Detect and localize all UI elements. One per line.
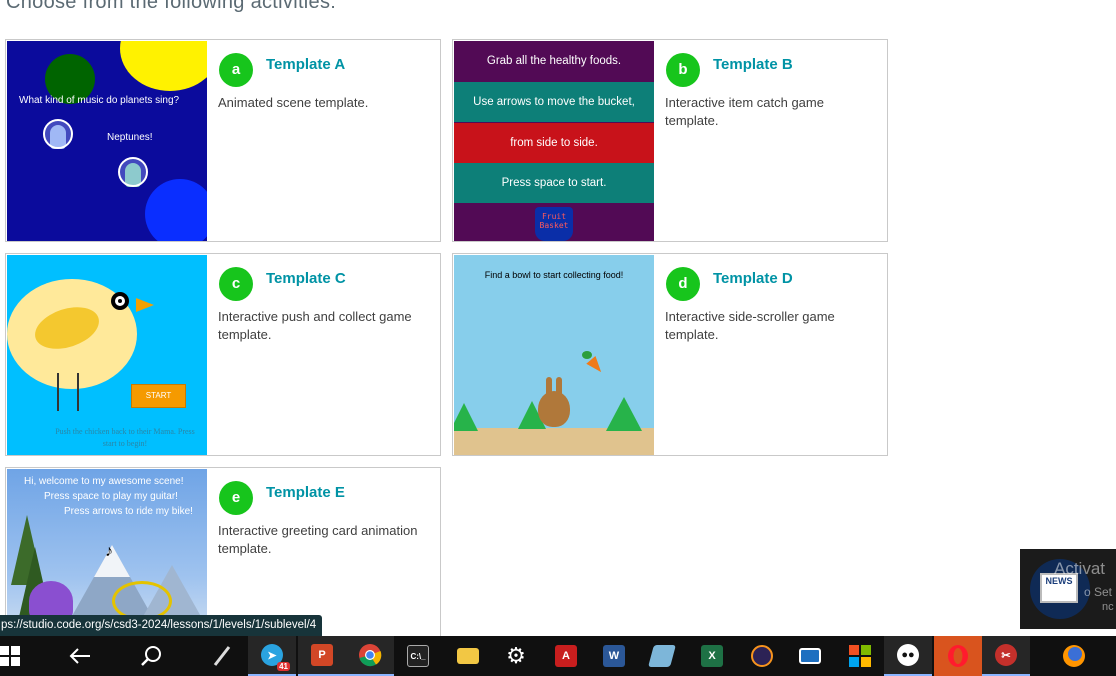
- template-b-thumbnail[interactable]: Grab all the healthy foods. Use arrows t…: [454, 41, 654, 241]
- template-letter-badge: d: [666, 267, 700, 301]
- template-title[interactable]: Template A: [266, 56, 345, 73]
- settings-gear-icon[interactable]: ⚙: [492, 636, 540, 676]
- ground-strip: [454, 428, 654, 455]
- thumb-start-button: START: [131, 384, 186, 408]
- thumb-b-row: Press space to start.: [454, 163, 654, 203]
- thumb-d-caption: Find a bowl to start collecting food!: [484, 270, 624, 280]
- powerpoint-icon[interactable]: P: [298, 636, 346, 676]
- template-letter-badge: e: [219, 481, 253, 515]
- eclipse-icon[interactable]: [738, 636, 786, 676]
- excel-icon[interactable]: X: [688, 636, 736, 676]
- carrot-icon: [586, 356, 606, 376]
- alien-icon: [118, 157, 148, 191]
- bush-shape: [606, 397, 642, 431]
- sun-shape: [120, 41, 207, 91]
- template-card-c[interactable]: START Push the chicken back to their Mam…: [5, 253, 441, 456]
- template-title[interactable]: Template D: [713, 270, 793, 287]
- thumb-c-hint: Push the chicken back to their Mama. Pre…: [55, 427, 195, 448]
- bush-shape: [454, 403, 478, 431]
- alien-icon: [43, 119, 73, 153]
- template-a-thumbnail[interactable]: What kind of music do planets sing? Nept…: [7, 41, 207, 241]
- chick-leg: [57, 373, 59, 411]
- template-description: Interactive item catch game template.: [665, 95, 824, 128]
- thumb-a-answer: Neptunes!: [107, 132, 153, 143]
- firefox-icon[interactable]: [1050, 636, 1098, 676]
- blue-planet: [145, 179, 207, 241]
- telegram-badge: 41: [277, 662, 290, 671]
- thumb-e-line: Press arrows to ride my bike!: [64, 506, 193, 517]
- chick-beak: [136, 298, 154, 312]
- pen-icon[interactable]: [198, 636, 246, 676]
- file-explorer-icon[interactable]: [444, 636, 492, 676]
- thumb-a-question: What kind of music do planets sing?: [19, 95, 180, 106]
- template-description: Interactive push and collect game templa…: [218, 309, 412, 342]
- thumb-e-line: Press space to play my guitar!: [44, 491, 178, 502]
- template-title[interactable]: Template C: [266, 270, 346, 287]
- template-card-a[interactable]: What kind of music do planets sing? Nept…: [5, 39, 441, 242]
- template-letter-badge: b: [666, 53, 700, 87]
- bunny-character: [538, 391, 570, 427]
- chat-app-icon[interactable]: ●●: [884, 636, 932, 676]
- template-title[interactable]: Template B: [713, 56, 793, 73]
- windows-start-icon[interactable]: [0, 636, 34, 676]
- terminal-icon[interactable]: C:\_: [394, 636, 442, 676]
- search-icon[interactable]: [128, 636, 176, 676]
- acrobat-icon[interactable]: A: [542, 636, 590, 676]
- activate-windows-subtext: o Set: [1084, 585, 1113, 599]
- template-title[interactable]: Template E: [266, 484, 345, 501]
- window-app-icon[interactable]: [786, 636, 834, 676]
- thumb-b-row: Grab all the healthy foods.: [454, 41, 654, 79]
- tiles-app-icon[interactable]: [836, 636, 884, 676]
- chrome-icon[interactable]: [346, 636, 394, 676]
- template-c-thumbnail[interactable]: START Push the chicken back to their Mam…: [7, 255, 207, 455]
- template-card-d[interactable]: Find a bowl to start collecting food! d …: [452, 253, 888, 456]
- taskbar: ➤ 41 P C:\_ ⚙ A W X ●● ✂: [0, 636, 1116, 676]
- notes-icon[interactable]: [638, 636, 686, 676]
- back-arrow-icon[interactable]: [56, 636, 104, 676]
- chick-eye-icon: [111, 292, 129, 310]
- template-description: Interactive side-scroller game template.: [665, 309, 835, 342]
- thumb-e-line: Hi, welcome to my awesome scene!: [24, 476, 184, 487]
- music-note-icon: ♪: [105, 543, 113, 560]
- activate-windows-text: Activat: [1054, 559, 1106, 578]
- template-card-b[interactable]: Grab all the healthy foods. Use arrows t…: [452, 39, 888, 242]
- template-description: Animated scene template.: [218, 95, 369, 110]
- chick-leg: [77, 373, 79, 411]
- thumb-b-row: Use arrows to move the bucket,: [454, 82, 654, 122]
- status-bar-url: ps://studio.code.org/s/csd3-2024/lessons…: [0, 615, 323, 636]
- template-letter-badge: a: [219, 53, 253, 87]
- word-icon[interactable]: W: [590, 636, 638, 676]
- template-d-thumbnail[interactable]: Find a bowl to start collecting food!: [454, 255, 654, 455]
- page-heading: Choose from the following activities:: [6, 0, 337, 13]
- fruit-basket-bucket: Fruit Basket: [535, 207, 573, 241]
- tool-app-icon[interactable]: ✂: [982, 636, 1030, 676]
- template-letter-badge: c: [219, 267, 253, 301]
- carrot-leaf: [582, 351, 592, 359]
- telegram-icon[interactable]: ➤ 41: [248, 636, 296, 676]
- template-description: Interactive greeting card animation temp…: [218, 523, 418, 556]
- thumb-b-row: from side to side.: [454, 123, 654, 163]
- opera-icon[interactable]: [934, 636, 982, 676]
- news-widget[interactable]: NEWS Activat o Set nc: [1020, 549, 1116, 629]
- activate-windows-subtext: nc: [1102, 601, 1114, 613]
